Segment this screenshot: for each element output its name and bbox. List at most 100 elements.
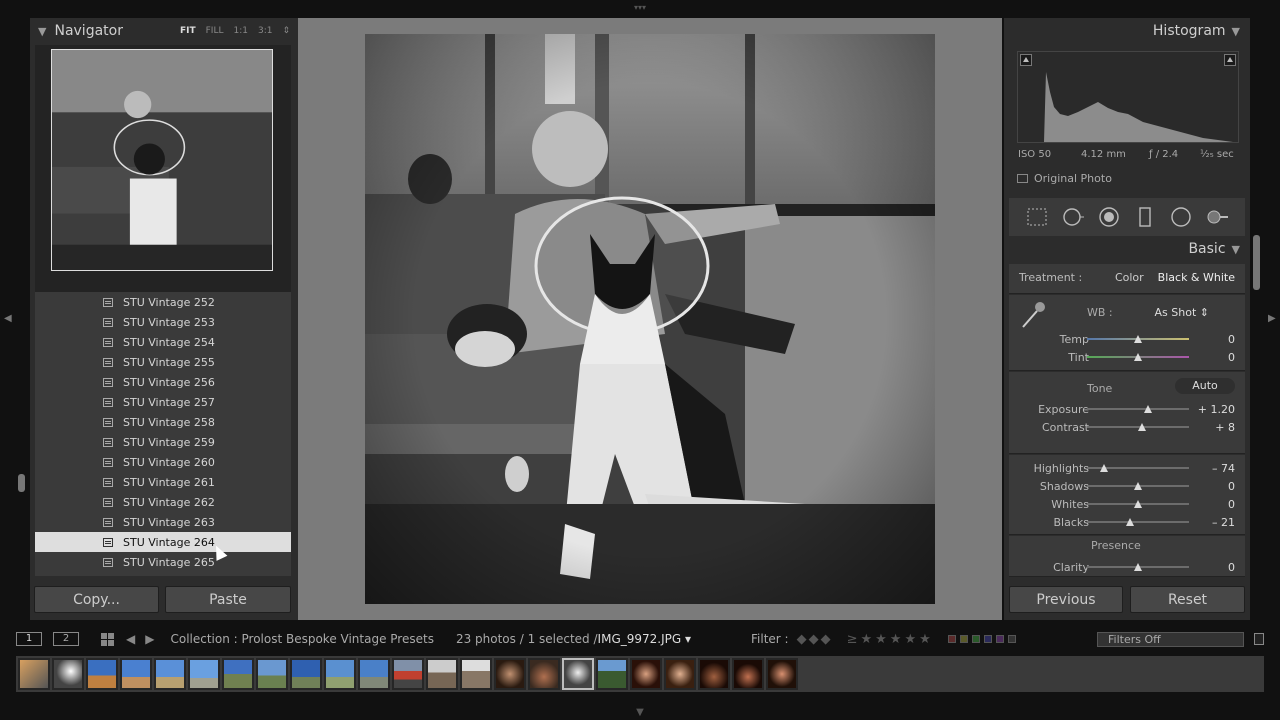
blacks-track[interactable]: [1087, 518, 1189, 526]
checkbox-icon[interactable]: [1017, 174, 1028, 183]
filmstrip-thumb[interactable]: [698, 658, 730, 690]
zoom-stepper-icon[interactable]: ⇕: [282, 26, 290, 36]
list-item[interactable]: STU Vintage 259: [35, 432, 291, 452]
main-photo[interactable]: [365, 34, 935, 604]
filmstrip-thumb[interactable]: [358, 658, 390, 690]
exposure-thumb[interactable]: [1144, 405, 1153, 413]
contrast-thumb[interactable]: [1138, 423, 1147, 431]
collapse-triangle-icon[interactable]: ▼: [38, 25, 46, 38]
zoom-3-1[interactable]: 3:1: [258, 26, 272, 36]
flag-filter-icon[interactable]: ◆◆◆: [797, 632, 833, 647]
paste-button[interactable]: Paste: [165, 586, 291, 613]
color-label-filter[interactable]: [947, 635, 1016, 643]
tint-track[interactable]: [1087, 353, 1189, 361]
treatment-bw-option[interactable]: Black & White: [1158, 271, 1235, 284]
filmstrip-thumb[interactable]: [596, 658, 628, 690]
list-item[interactable]: STU Vintage 260: [35, 452, 291, 472]
right-scrollbar[interactable]: [1253, 235, 1260, 290]
previous-button[interactable]: Previous: [1009, 586, 1123, 613]
blacks-thumb[interactable]: [1125, 518, 1134, 526]
highlights-thumb[interactable]: [1100, 464, 1109, 472]
crop-icon[interactable]: [1026, 206, 1048, 228]
filter-lock-icon[interactable]: [1254, 633, 1264, 645]
copy-button[interactable]: Copy...: [34, 586, 159, 613]
zoom-1-1[interactable]: 1:1: [233, 26, 247, 36]
temp-thumb[interactable]: [1134, 335, 1142, 343]
left-scrollbar[interactable]: [18, 474, 25, 492]
filmstrip-thumb[interactable]: [766, 658, 798, 690]
filmstrip-thumb[interactable]: [528, 658, 560, 690]
filmstrip-thumb[interactable]: [256, 658, 288, 690]
list-item[interactable]: STU Vintage 258: [35, 412, 291, 432]
list-item[interactable]: STU Vintage 256: [35, 372, 291, 392]
rating-filter-icon[interactable]: ≥★★★★★: [847, 632, 934, 647]
filmstrip-thumb[interactable]: [18, 658, 50, 690]
zoom-fit[interactable]: FIT: [180, 26, 196, 36]
clarity-thumb[interactable]: [1134, 563, 1142, 571]
list-item-selected[interactable]: STU Vintage 264: [35, 532, 291, 552]
whites-thumb[interactable]: [1134, 500, 1142, 508]
blacks-slider[interactable]: Blacks – 21: [1009, 513, 1245, 531]
red-eye-icon[interactable]: [1098, 206, 1120, 228]
filmstrip[interactable]: [16, 656, 1264, 692]
filmstrip-thumb[interactable]: [392, 658, 424, 690]
reset-button[interactable]: Reset: [1130, 586, 1245, 613]
filmstrip-thumb[interactable]: [120, 658, 152, 690]
filmstrip-thumb[interactable]: [324, 658, 356, 690]
highlights-slider[interactable]: Highlights – 74: [1009, 459, 1245, 477]
temp-slider[interactable]: Temp 0: [1009, 330, 1245, 348]
histogram-header[interactable]: Histogram ▼: [1004, 18, 1250, 44]
list-item[interactable]: STU Vintage 257: [35, 392, 291, 412]
spot-removal-icon[interactable]: [1062, 206, 1084, 228]
filmstrip-thumb[interactable]: [630, 658, 662, 690]
radial-filter-icon[interactable]: [1170, 206, 1192, 228]
purple-label-icon[interactable]: [995, 635, 1004, 643]
wb-select[interactable]: As Shot ⇕: [1155, 306, 1209, 319]
back-arrow-icon[interactable]: ◀: [126, 632, 135, 646]
list-item[interactable]: STU Vintage 261: [35, 472, 291, 492]
whites-slider[interactable]: Whites 0: [1009, 495, 1245, 513]
filters-dropdown[interactable]: Filters Off: [1097, 632, 1244, 647]
blue-label-icon[interactable]: [983, 635, 992, 643]
list-item[interactable]: STU Vintage 255: [35, 352, 291, 372]
zoom-fill[interactable]: FILL: [206, 26, 224, 36]
contrast-slider[interactable]: Contrast + 8: [1009, 418, 1245, 436]
list-item[interactable]: STU Vintage 262: [35, 492, 291, 512]
yellow-label-icon[interactable]: [959, 635, 968, 643]
presets-list[interactable]: STU Vintage 252 STU Vintage 253 STU Vint…: [35, 292, 291, 576]
collapse-triangle-icon[interactable]: ▼: [1232, 25, 1240, 38]
grid-view-icon[interactable]: [101, 632, 114, 646]
navigator-header[interactable]: ▼ Navigator FIT FILL 1:1 3:1 ⇕: [30, 18, 298, 44]
right-panel-toggle-icon[interactable]: ▶: [1268, 313, 1276, 324]
shadows-slider[interactable]: Shadows 0: [1009, 477, 1245, 495]
temp-track[interactable]: [1087, 335, 1189, 343]
list-item[interactable]: STU Vintage 254: [35, 332, 291, 352]
list-item[interactable]: STU Vintage 252: [35, 292, 291, 312]
filmstrip-thumb[interactable]: [426, 658, 458, 690]
green-label-icon[interactable]: [971, 635, 980, 643]
adjustment-brush-icon[interactable]: [1206, 206, 1228, 228]
filmstrip-thumb[interactable]: [290, 658, 322, 690]
bottom-panel-toggle-icon[interactable]: ▼: [633, 708, 647, 718]
shadows-thumb[interactable]: [1134, 482, 1142, 490]
basic-header[interactable]: Basic ▼: [1004, 236, 1250, 262]
auto-tone-button[interactable]: Auto: [1175, 378, 1235, 394]
collapse-triangle-icon[interactable]: ▼: [1232, 243, 1240, 256]
filmstrip-thumb[interactable]: [154, 658, 186, 690]
whites-track[interactable]: [1087, 500, 1189, 508]
list-item[interactable]: STU Vintage 263: [35, 512, 291, 532]
histogram-graph[interactable]: [1017, 51, 1239, 143]
list-item[interactable]: STU Vintage 253: [35, 312, 291, 332]
shadows-track[interactable]: [1087, 482, 1189, 490]
red-label-icon[interactable]: [947, 635, 956, 643]
filmstrip-thumb-selected[interactable]: [562, 658, 594, 690]
clarity-slider[interactable]: Clarity 0: [1009, 558, 1245, 576]
filmstrip-thumb[interactable]: [664, 658, 696, 690]
list-item[interactable]: STU Vintage 265: [35, 552, 291, 572]
filmstrip-thumb[interactable]: [188, 658, 220, 690]
filmstrip-thumb[interactable]: [494, 658, 526, 690]
original-photo-toggle[interactable]: Original Photo: [1017, 172, 1112, 185]
forward-arrow-icon[interactable]: ▶: [145, 632, 154, 646]
left-panel-toggle-icon[interactable]: ◀: [4, 313, 12, 324]
treatment-color-option[interactable]: Color: [1115, 271, 1144, 284]
